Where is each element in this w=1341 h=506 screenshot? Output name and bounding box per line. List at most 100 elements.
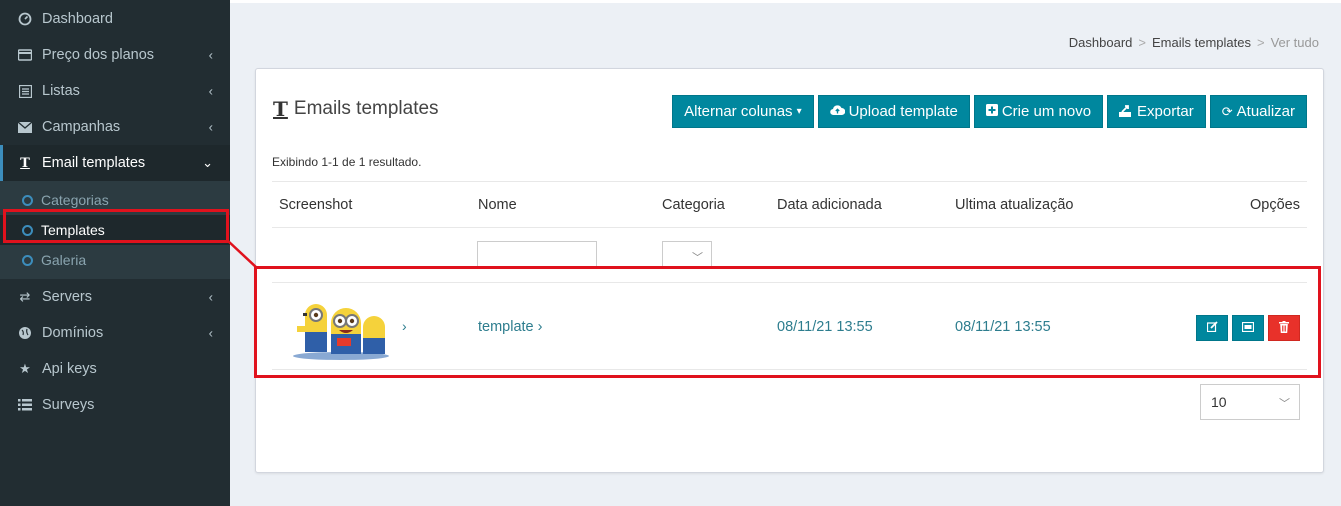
chevron-down-icon: ﹀: [692, 252, 703, 264]
window-icon: [1241, 321, 1255, 335]
toolbar: Alternar colunas ▾ Upload template Crie …: [672, 95, 1307, 128]
export-button[interactable]: Exportar: [1107, 95, 1206, 128]
last-updated-cell: 08/11/21 13:55: [955, 319, 1051, 335]
cloud-upload-icon: [829, 104, 845, 119]
sidebar-item-campanhas[interactable]: Campanhas ‹: [0, 109, 230, 145]
edit-button[interactable]: [1196, 315, 1228, 341]
caret-down-icon: ▾: [796, 106, 802, 117]
column-header-date-added[interactable]: Data adicionada: [777, 197, 882, 213]
expand-chevron-icon[interactable]: ›: [402, 318, 407, 334]
column-header-name[interactable]: Nome: [478, 197, 517, 213]
trash-icon: [1279, 320, 1289, 336]
results-summary: Exibindo 1-1 de 1 resultado.: [272, 155, 422, 169]
list-icon: [17, 83, 33, 99]
create-new-label: Crie um novo: [1001, 103, 1092, 120]
column-header-last-updated[interactable]: Ultima atualização: [955, 197, 1073, 213]
sidebar-item-dominios[interactable]: Domínios ‹: [0, 315, 230, 351]
page-title: T Emails templates: [273, 97, 439, 121]
sidebar: Dashboard Preço dos planos ‹ Listas ‹ Ca…: [0, 0, 230, 506]
export-icon: [1119, 104, 1133, 120]
sidebar-item-listas[interactable]: Listas ‹: [0, 73, 230, 109]
page-title-text: Emails templates: [293, 98, 439, 119]
templates-box: T Emails templates Alternar colunas ▾ Up…: [255, 68, 1324, 473]
globe-icon: [17, 325, 33, 341]
chevron-left-icon: ‹: [208, 289, 213, 305]
divider: [272, 369, 1307, 370]
breadcrumb-current: Ver tudo: [1270, 35, 1319, 50]
date-added-cell: 08/11/21 13:55: [777, 319, 873, 335]
chevron-down-icon: ﹀: [1279, 398, 1290, 410]
toggle-columns-button[interactable]: Alternar colunas ▾: [672, 95, 814, 128]
sidebar-item-label: Email templates: [42, 155, 146, 171]
circle-icon: [22, 254, 33, 266]
breadcrumb-dashboard[interactable]: Dashboard: [1069, 35, 1133, 50]
upload-template-button[interactable]: Upload template: [817, 95, 970, 128]
breadcrumb-emails-templates[interactable]: Emails templates: [1152, 35, 1251, 50]
sidebar-item-dashboard[interactable]: Dashboard: [0, 1, 230, 37]
sidebar-item-label: Api keys: [42, 361, 97, 377]
submenu-item-label: Categorias: [41, 192, 109, 208]
column-header-screenshot[interactable]: Screenshot: [279, 197, 352, 213]
divider: [272, 227, 1307, 228]
row-actions: [1196, 315, 1300, 341]
sidebar-item-label: Dashboard: [42, 11, 113, 27]
text-icon: T: [20, 155, 30, 171]
column-header-options: Opções: [1250, 197, 1300, 213]
sidebar-item-servers[interactable]: ⇄ Servers ‹: [0, 279, 230, 315]
gauge-icon: [17, 11, 33, 27]
column-header-category[interactable]: Categoria: [662, 197, 725, 213]
breadcrumb-separator: >: [1138, 35, 1146, 50]
submenu-item-templates[interactable]: Templates: [0, 215, 230, 245]
submenu-item-label: Galeria: [41, 252, 87, 268]
sidebar-item-label: Preço dos planos: [42, 47, 155, 63]
breadcrumb: Dashboard > Emails templates > Ver tudo: [1069, 35, 1319, 50]
sidebar-item-precos[interactable]: Preço dos planos ‹: [0, 37, 230, 73]
delete-button[interactable]: [1268, 315, 1300, 341]
submenu-item-galeria[interactable]: Galeria: [0, 245, 230, 275]
sidebar-item-label: Servers: [42, 289, 92, 305]
circle-icon: [22, 194, 33, 206]
credit-card-icon: [17, 47, 33, 63]
star-icon: ★: [19, 361, 31, 376]
export-label: Exportar: [1137, 103, 1194, 120]
create-new-button[interactable]: Crie um novo: [973, 95, 1104, 128]
circle-icon: [22, 224, 33, 236]
chevron-down-icon: ⌄: [202, 155, 213, 170]
chevron-left-icon: ‹: [208, 47, 213, 63]
refresh-icon: ⟳: [1221, 103, 1233, 119]
list-lines-icon: [17, 397, 33, 413]
envelope-icon: [17, 119, 33, 135]
text-icon: T: [273, 97, 288, 121]
divider: [272, 282, 1307, 283]
divider: [272, 181, 1307, 182]
breadcrumb-separator: >: [1256, 35, 1265, 50]
page-size-value: 10: [1211, 394, 1227, 410]
sidebar-item-label: Listas: [42, 83, 80, 99]
page-size-select[interactable]: 10 ﹀: [1200, 384, 1300, 420]
category-filter-select[interactable]: ﹀: [662, 241, 712, 269]
plus-square-icon: [985, 104, 998, 119]
sidebar-item-api-keys[interactable]: ★ Api keys: [0, 351, 230, 387]
sidebar-item-label: Domínios: [42, 325, 104, 341]
chevron-left-icon: ‹: [208, 325, 213, 341]
submenu-item-categorias[interactable]: Categorias: [0, 185, 230, 215]
top-strip: [230, 0, 1341, 3]
chevron-left-icon: ‹: [208, 119, 213, 135]
exchange-icon: ⇄: [19, 289, 31, 304]
sidebar-item-surveys[interactable]: Surveys: [0, 387, 230, 423]
refresh-label: Atualizar: [1236, 103, 1295, 120]
template-screenshot-thumbnail[interactable]: [291, 296, 391, 361]
email-templates-submenu: Categorias Templates Galeria: [0, 181, 230, 279]
sidebar-item-label: Campanhas: [42, 119, 121, 135]
upload-template-label: Upload template: [848, 103, 958, 120]
template-name-link[interactable]: template ›: [478, 319, 542, 335]
submenu-item-label: Templates: [41, 222, 105, 238]
refresh-button[interactable]: ⟳ Atualizar: [1209, 95, 1307, 128]
preview-button[interactable]: [1232, 315, 1264, 341]
sidebar-item-label: Surveys: [42, 397, 95, 413]
chevron-left-icon: ‹: [208, 83, 213, 99]
edit-icon: [1206, 321, 1218, 335]
name-filter-input[interactable]: [477, 241, 597, 269]
toggle-columns-label: Alternar colunas: [684, 103, 793, 120]
sidebar-item-email-templates[interactable]: T Email templates ⌄: [0, 145, 230, 181]
